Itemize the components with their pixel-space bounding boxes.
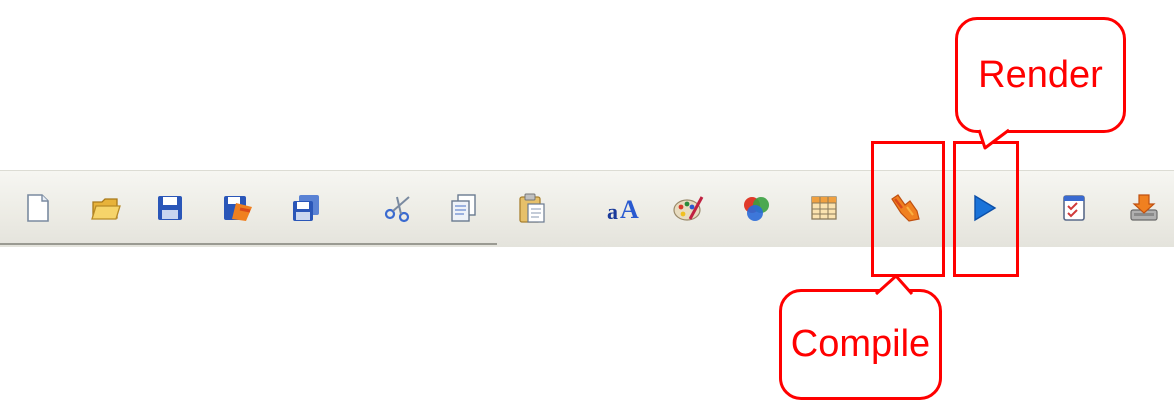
checklist-button[interactable] bbox=[1056, 190, 1092, 226]
render-highlight-box bbox=[953, 141, 1019, 277]
svg-text:A: A bbox=[620, 195, 639, 223]
save-all-button[interactable] bbox=[288, 190, 324, 226]
save-as-icon bbox=[224, 196, 252, 221]
compile-callout: Compile bbox=[779, 289, 942, 400]
save-all-icon bbox=[293, 195, 319, 221]
table-grid-icon bbox=[811, 196, 837, 220]
install-button[interactable] bbox=[1126, 190, 1162, 226]
font-button[interactable]: a A bbox=[604, 190, 640, 226]
shapes-button[interactable] bbox=[738, 190, 774, 226]
color-palette-icon bbox=[673, 196, 704, 221]
save-icon bbox=[158, 196, 182, 220]
install-icon bbox=[1130, 194, 1158, 221]
save-button[interactable] bbox=[152, 190, 188, 226]
render-callout-tail bbox=[977, 128, 1010, 150]
toolbar-divider bbox=[0, 243, 497, 245]
shapes-icon bbox=[744, 197, 769, 221]
render-callout: Render bbox=[955, 17, 1126, 133]
table-grid-button[interactable] bbox=[806, 190, 842, 226]
cut-button[interactable] bbox=[380, 190, 416, 226]
font-icon: a A bbox=[607, 195, 639, 223]
open-folder-icon bbox=[91, 198, 121, 220]
paste-icon bbox=[519, 193, 545, 223]
compile-highlight-box bbox=[871, 141, 945, 277]
render-callout-label: Render bbox=[978, 53, 1103, 96]
cut-icon bbox=[384, 196, 410, 223]
paste-button[interactable] bbox=[514, 190, 550, 226]
open-folder-button[interactable] bbox=[88, 190, 124, 226]
color-palette-button[interactable] bbox=[670, 190, 706, 226]
new-document-icon bbox=[27, 194, 49, 222]
copy-button[interactable] bbox=[446, 190, 482, 226]
compile-callout-label: Compile bbox=[790, 323, 931, 365]
new-document-button[interactable] bbox=[20, 190, 56, 226]
svg-text:a: a bbox=[607, 199, 618, 223]
save-as-button[interactable] bbox=[220, 190, 256, 226]
checklist-icon bbox=[1063, 195, 1085, 221]
compile-callout-tail bbox=[874, 274, 914, 296]
copy-icon bbox=[451, 194, 476, 222]
